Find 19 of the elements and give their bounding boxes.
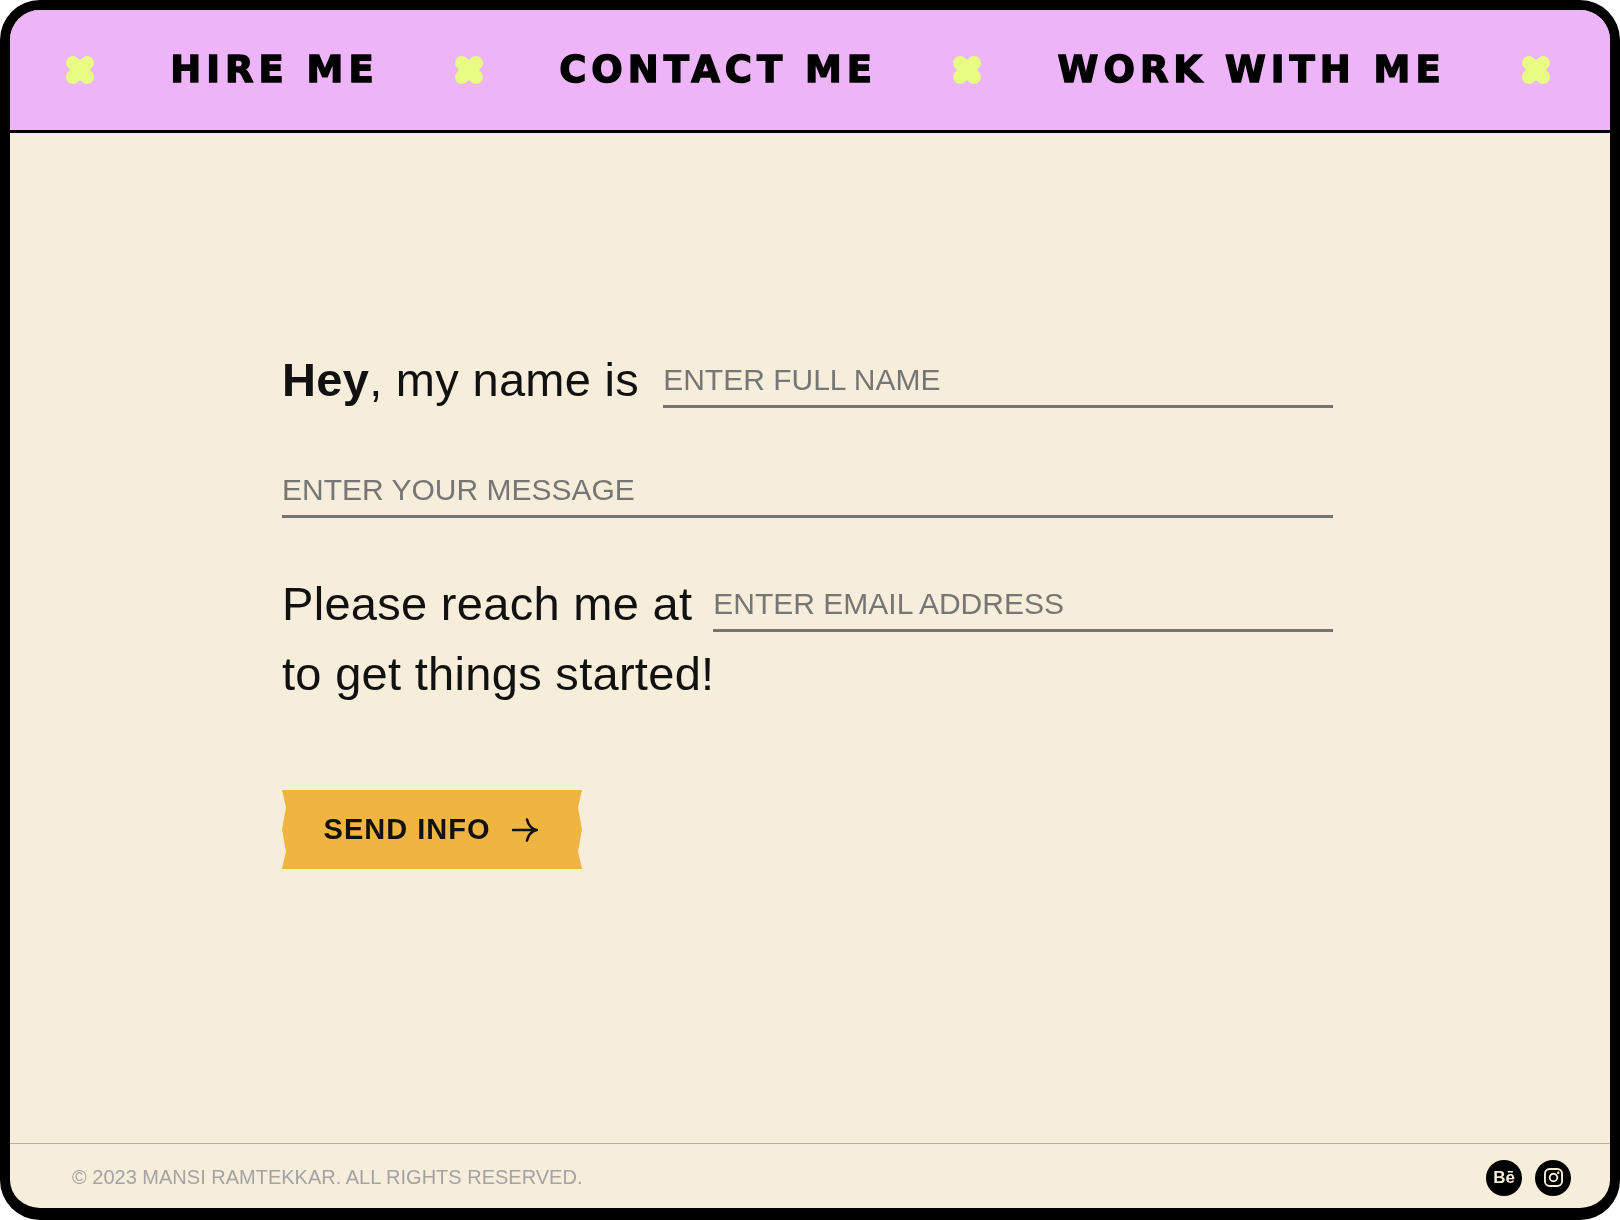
message-field[interactable]: ENTER YOUR MESSAGE: [282, 472, 1333, 518]
copyright-text: © 2023 MANSI RAMTEKKAR. ALL RIGHTS RESERVED.: [72, 1166, 583, 1189]
flower-icon: [1521, 56, 1550, 84]
nav-link[interactable]: CONTACT ME: [559, 48, 878, 92]
flower-icon: [66, 56, 94, 84]
closing-text: to get things started!: [282, 646, 715, 702]
intro-text: Hey, my name is: [282, 352, 640, 408]
social-link[interactable]: Bē: [1486, 1159, 1522, 1196]
name-field[interactable]: ENTER FULL NAME: [663, 362, 1333, 408]
nav-link[interactable]: HIRE ME: [170, 48, 379, 92]
camera-icon: [1543, 1168, 1563, 1187]
email-field[interactable]: ENTER EMAIL ADDRESS: [713, 586, 1333, 632]
flower-icon: [454, 56, 483, 84]
nav-link[interactable]: WORK WITH ME: [1057, 48, 1446, 92]
social-link[interactable]: [1535, 1159, 1571, 1196]
flower-icon: [953, 56, 982, 84]
send-info-button[interactable]: SEND INFO: [282, 790, 582, 869]
reach-text: Please reach me at: [282, 576, 693, 632]
arrow-right-icon: [512, 817, 539, 842]
